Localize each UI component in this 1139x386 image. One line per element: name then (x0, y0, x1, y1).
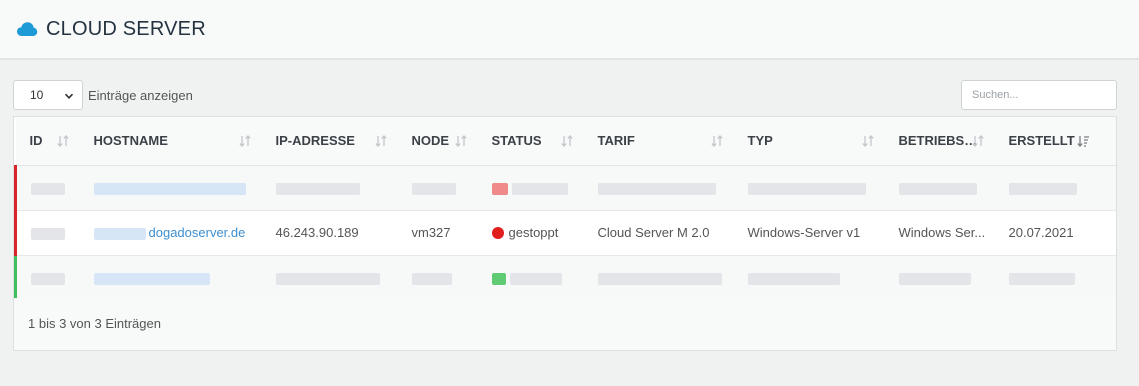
redacted-text (747, 182, 866, 195)
column-label: TARIF (597, 133, 635, 149)
cell-erstellt: 20.07.2021 (994, 210, 1116, 256)
redacted-link[interactable] (93, 272, 210, 285)
column-label: NODE (411, 133, 450, 149)
redacted-text (1008, 272, 1075, 285)
cell-typ (733, 255, 885, 301)
cell-node (397, 165, 478, 211)
redacted-text (747, 272, 840, 285)
sort-icon (238, 134, 252, 148)
redacted-text (275, 182, 360, 195)
server-table: ID HOSTNAME IP-ADRESSE NODE STATUS TARIF… (13, 116, 1117, 351)
cell-hostname[interactable]: dogadoserver.de (79, 210, 262, 256)
table-info: 1 bis 3 von 3 Einträgen (28, 316, 161, 331)
column-header-hostname[interactable]: HOSTNAME (79, 117, 262, 166)
cell-node: vm327 (397, 210, 478, 256)
column-header-status[interactable]: STATUS (477, 117, 584, 166)
cell-id (14, 255, 80, 301)
redacted-text (411, 272, 452, 285)
cloud-icon (16, 21, 38, 37)
column-label: BETRIEBS… (898, 133, 978, 149)
table-header-row: ID HOSTNAME IP-ADRESSE NODE STATUS TARIF… (15, 117, 1116, 166)
redacted-text (31, 227, 65, 240)
page-length-select[interactable]: 10 (13, 80, 83, 110)
column-header-id[interactable]: ID (15, 117, 80, 166)
redacted-link[interactable] (93, 182, 246, 195)
column-header-erstellt[interactable]: ERSTELLT (994, 117, 1116, 166)
sort-icon (861, 134, 875, 148)
cell-erstellt (994, 255, 1116, 301)
column-label: ERSTELLT (1008, 133, 1075, 149)
table-row[interactable] (14, 255, 1116, 301)
page-header: CLOUD SERVER (0, 0, 1139, 60)
sort-icon (560, 134, 574, 148)
redacted-text (411, 182, 456, 195)
cell-ip (261, 165, 398, 211)
cell-hostname[interactable] (79, 165, 262, 211)
redacted-text (1008, 182, 1077, 195)
sort-icon (56, 134, 70, 148)
cell-tarif (583, 255, 734, 301)
cell-id (14, 165, 80, 211)
status-dot-icon (491, 227, 504, 239)
redacted-text (898, 182, 977, 195)
chevron-down-icon (64, 90, 74, 100)
column-label: STATUS (491, 133, 542, 149)
cell-ip (261, 255, 398, 301)
redacted-link (93, 227, 146, 240)
column-header-betriebssystem[interactable]: BETRIEBS… (884, 117, 995, 166)
column-label: HOSTNAME (93, 133, 168, 149)
page-length-value: 10 (30, 88, 44, 102)
redacted-text (898, 272, 971, 285)
cell-status (477, 255, 584, 301)
cell-typ (733, 165, 885, 211)
cell-id (14, 210, 80, 256)
cell-ip: 46.243.90.189 (261, 210, 398, 256)
table-controls: 10 Einträge anzeigen (13, 80, 1117, 110)
column-label: ID (29, 133, 43, 149)
redacted-text (597, 182, 716, 195)
redacted-text (597, 272, 722, 285)
cell-node (397, 255, 478, 301)
sort-icon (971, 134, 985, 148)
redacted-text (511, 182, 568, 195)
cell-betriebssystem: Windows Ser... (884, 210, 995, 256)
sort-desc-icon (1076, 134, 1090, 148)
search-input[interactable] (961, 80, 1117, 110)
status-indicator (491, 272, 506, 285)
table-row[interactable] (14, 165, 1116, 211)
column-header-node[interactable]: NODE (397, 117, 478, 166)
cell-tarif (583, 165, 734, 211)
cell-betriebssystem (884, 165, 995, 211)
table-footer (14, 298, 1116, 350)
column-header-ip[interactable]: IP-ADRESSE (261, 117, 398, 166)
page-title: CLOUD SERVER (46, 17, 206, 40)
redacted-text (31, 182, 65, 195)
status-label: gestoppt (508, 225, 559, 240)
column-header-tarif[interactable]: TARIF (583, 117, 734, 166)
cell-betriebssystem (884, 255, 995, 301)
sort-icon (710, 134, 724, 148)
cell-tarif: Cloud Server M 2.0 (583, 210, 734, 256)
sort-icon (454, 134, 468, 148)
table-row[interactable]: dogadoserver.de 46.243.90.189 vm327 gest… (14, 210, 1116, 256)
status-indicator (491, 182, 508, 195)
redacted-text (31, 272, 65, 285)
cell-status: gestoppt (477, 210, 584, 256)
redacted-text (275, 272, 380, 285)
column-header-typ[interactable]: TYP (733, 117, 885, 166)
sort-icon (374, 134, 388, 148)
cell-status (477, 165, 584, 211)
cell-typ: Windows-Server v1 (733, 210, 885, 256)
cell-hostname[interactable] (79, 255, 262, 301)
redacted-text (509, 272, 562, 285)
cell-erstellt (994, 165, 1116, 211)
page-length-label: Einträge anzeigen (88, 87, 193, 103)
column-label: IP-ADRESSE (275, 133, 355, 149)
column-label: TYP (747, 133, 773, 149)
hostname-link[interactable]: dogadoserver.de (149, 225, 246, 240)
